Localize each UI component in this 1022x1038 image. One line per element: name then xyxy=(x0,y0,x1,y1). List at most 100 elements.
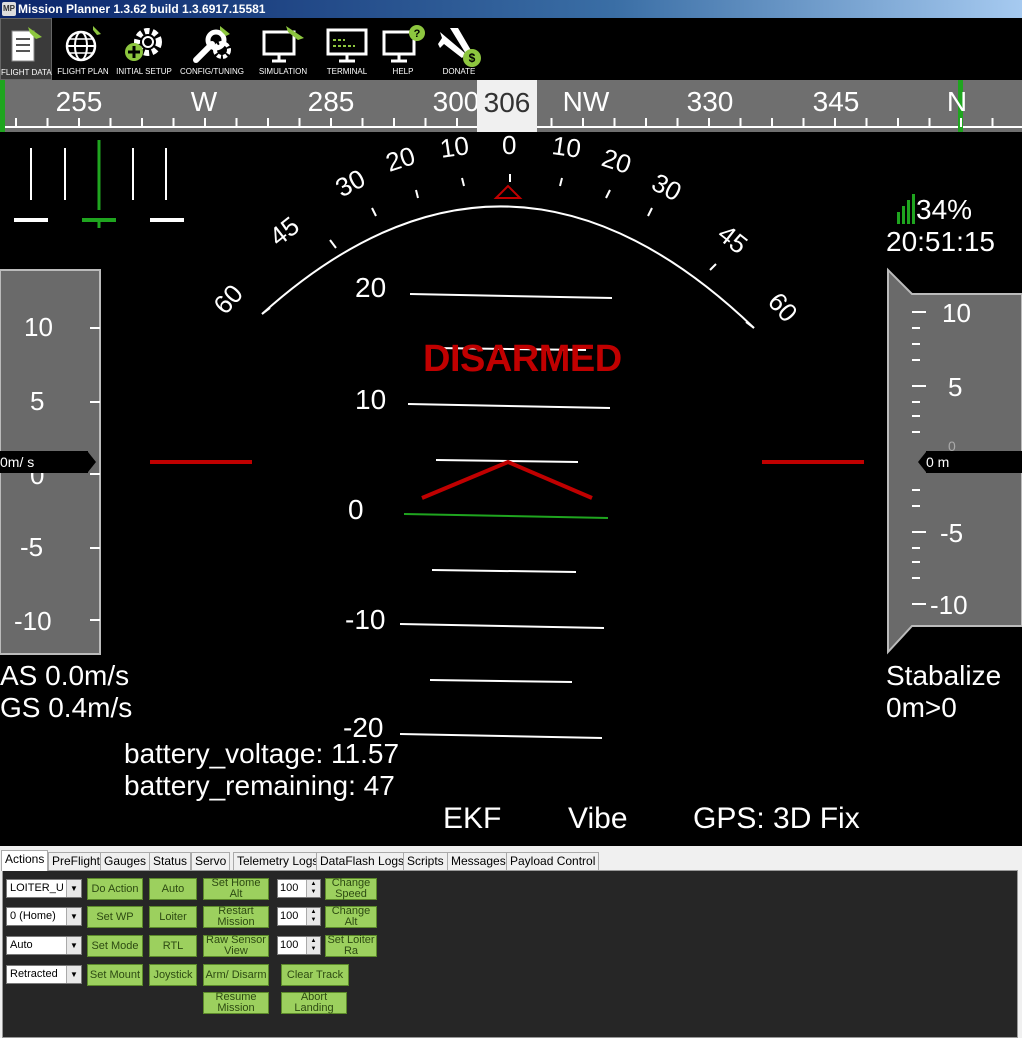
speed-tape-label: 5 xyxy=(30,386,45,416)
help-icon: ? xyxy=(382,25,425,63)
heading-label: 330 xyxy=(686,86,734,117)
toolbar-terminal-button[interactable]: TERMINAL xyxy=(320,18,374,80)
terminal-icon xyxy=(326,28,368,63)
set-home-alt-button[interactable]: Set Home Alt xyxy=(203,878,269,900)
window-title-bar: MP Mission Planner 1.3.62 build 1.3.6917… xyxy=(0,0,1022,18)
restart-mission-button[interactable]: Restart Mission xyxy=(203,906,269,928)
clear-track-button[interactable]: Clear Track xyxy=(281,964,349,986)
tab-gauges[interactable]: Gauges xyxy=(100,852,151,870)
set-loiter-rad-button[interactable]: Set Loiter Ra xyxy=(325,935,377,957)
donate-icon: $ xyxy=(438,28,481,67)
armed-status: DISARMED xyxy=(423,338,622,380)
heading-label: 255 xyxy=(55,86,103,117)
set-wp-button[interactable]: Set WP xyxy=(87,906,143,928)
change-alt-button[interactable]: Change Alt xyxy=(325,906,377,928)
set-mount-button[interactable]: Set Mount xyxy=(87,964,143,986)
mode-select[interactable]: Auto ▼ xyxy=(6,936,82,955)
alt-input[interactable]: 100 ▲ ▼ xyxy=(277,907,321,926)
mount-mode-select[interactable]: Retracted ▼ xyxy=(6,965,82,984)
tab-scripts[interactable]: Scripts xyxy=(403,852,448,870)
heading-label: 345 xyxy=(812,86,860,117)
groundspeed-readout: GS 0.4m/s xyxy=(0,692,133,723)
actions-panel: LOITER_U ▼ 0 (Home) ▼ Auto ▼ Retracted ▼ Do … xyxy=(2,870,1018,1038)
svg-text:$: $ xyxy=(469,51,476,65)
loiter-button[interactable]: Loiter xyxy=(149,906,197,928)
toolbar-config-tuning-button[interactable]: CONFIG/TUNING xyxy=(178,18,246,80)
abort-landing-button[interactable]: Abort Landing xyxy=(281,992,347,1014)
change-speed-button[interactable]: Change Speed xyxy=(325,878,377,900)
pitch-label: 20 xyxy=(355,272,387,303)
waypoint-select[interactable]: 0 (Home) ▼ xyxy=(6,907,82,926)
speed-tape-label: -10 xyxy=(14,606,52,636)
tab-actions[interactable]: Actions xyxy=(1,850,49,871)
tab-preflight[interactable]: PreFlight xyxy=(48,852,105,870)
pitch-label: -10 xyxy=(345,604,386,635)
config-tuning-icon xyxy=(193,26,231,63)
clock: 20:51:15 xyxy=(886,226,995,257)
raw-sensor-view-button[interactable]: Raw Sensor View xyxy=(203,935,269,957)
battery-voltage: battery_voltage: 11.57 xyxy=(124,738,400,769)
roll-label: 10 xyxy=(437,132,471,164)
rtl-button[interactable]: RTL xyxy=(149,935,197,957)
panel-tabs: Actions PreFlight Gauges Status Servo Te… xyxy=(0,850,1022,871)
altitude-tape-label: -10 xyxy=(930,590,968,620)
tab-servo[interactable]: Servo xyxy=(191,852,231,870)
airspeed-readout: AS 0.0m/s xyxy=(0,660,130,691)
toolbar-help-button[interactable]: ? HELP xyxy=(378,18,428,80)
toolbar-simulation-button[interactable]: SIMULATION xyxy=(252,18,314,80)
tab-status[interactable]: Status xyxy=(149,852,192,870)
tab-messages[interactable]: Messages xyxy=(447,852,510,870)
do-action-button[interactable]: Do Action xyxy=(87,878,143,900)
heading-label: NW xyxy=(562,86,610,117)
pitch-label: 10 xyxy=(355,384,387,415)
heading-label: W xyxy=(190,86,218,117)
initial-setup-icon xyxy=(125,28,162,61)
toolbar-initial-setup-button[interactable]: INITIAL SETUP xyxy=(114,18,174,80)
loiter-radius-input[interactable]: 100 ▲ ▼ xyxy=(277,936,321,955)
speed-tape-label: 10 xyxy=(24,312,53,342)
hud-display: 60 45 30 20 10 0 10 20 30 45 60 20 10 0 … xyxy=(0,132,1022,846)
tab-payload-control[interactable]: Payload Control xyxy=(506,852,600,870)
tab-dataflash-logs[interactable]: DataFlash Logs xyxy=(316,852,409,870)
roll-pointer xyxy=(493,184,523,199)
toolbar-flight-plan-button[interactable]: FLIGHT PLAN xyxy=(56,18,110,80)
battery-remaining: battery_remaining: 47 xyxy=(124,770,395,801)
control-panel: Actions PreFlight Gauges Status Servo Te… xyxy=(0,846,1022,1038)
chevron-down-icon: ▼ xyxy=(66,880,81,897)
altitude-tape-label: -5 xyxy=(940,518,964,548)
simulation-icon xyxy=(262,26,304,63)
auto-button[interactable]: Auto xyxy=(149,878,197,900)
spinner-arrows-icon[interactable]: ▲ ▼ xyxy=(306,937,320,954)
spinner-arrows-icon[interactable]: ▲ ▼ xyxy=(306,908,320,925)
flight-mode: Stabalize xyxy=(886,660,1002,691)
heading-current-readout: 306 xyxy=(477,80,537,132)
roll-label: 0 xyxy=(502,132,517,160)
vibe-status[interactable]: Vibe xyxy=(568,802,628,836)
chevron-down-icon: ▼ xyxy=(66,966,81,983)
altitude-tape-label: 5 xyxy=(948,372,963,402)
heading-label: 300 xyxy=(432,86,480,117)
roll-label: 10 xyxy=(550,132,583,164)
window-title: Mission Planner 1.3.62 build 1.3.6917.15… xyxy=(18,2,266,16)
heading-label: 285 xyxy=(307,86,355,117)
heading-tape: 255 W 285 300 NW 330 345 N 306 xyxy=(0,80,1022,132)
chevron-down-icon: ▼ xyxy=(66,908,81,925)
main-toolbar: FLIGHT DATA FLIGHT PLAN INITIAL SETUP CO… xyxy=(0,18,1022,80)
speed-tape-label: -5 xyxy=(20,532,44,562)
app-icon: MP xyxy=(2,2,16,16)
horizon-line xyxy=(403,513,609,519)
mission-command-select[interactable]: LOITER_U ▼ xyxy=(6,879,82,898)
set-mode-button[interactable]: Set Mode xyxy=(87,935,143,957)
chevron-down-icon: ▼ xyxy=(66,937,81,954)
toolbar-flight-data-button[interactable]: FLIGHT DATA xyxy=(0,18,52,80)
toolbar-donate-button[interactable]: $ DONATE xyxy=(432,18,486,80)
flight-plan-icon xyxy=(65,26,101,62)
ekf-status[interactable]: EKF xyxy=(443,802,501,836)
resume-mission-button[interactable]: Resume Mission xyxy=(203,992,269,1014)
tab-telemetry-logs[interactable]: Telemetry Logs xyxy=(233,852,323,870)
arm-disarm-button[interactable]: Arm/ Disarm xyxy=(203,964,269,986)
flight-data-icon xyxy=(11,27,42,62)
joystick-button[interactable]: Joystick xyxy=(149,964,197,986)
home-alt-input[interactable]: 100 ▲ ▼ xyxy=(277,879,321,898)
spinner-arrows-icon[interactable]: ▲ ▼ xyxy=(306,880,320,897)
